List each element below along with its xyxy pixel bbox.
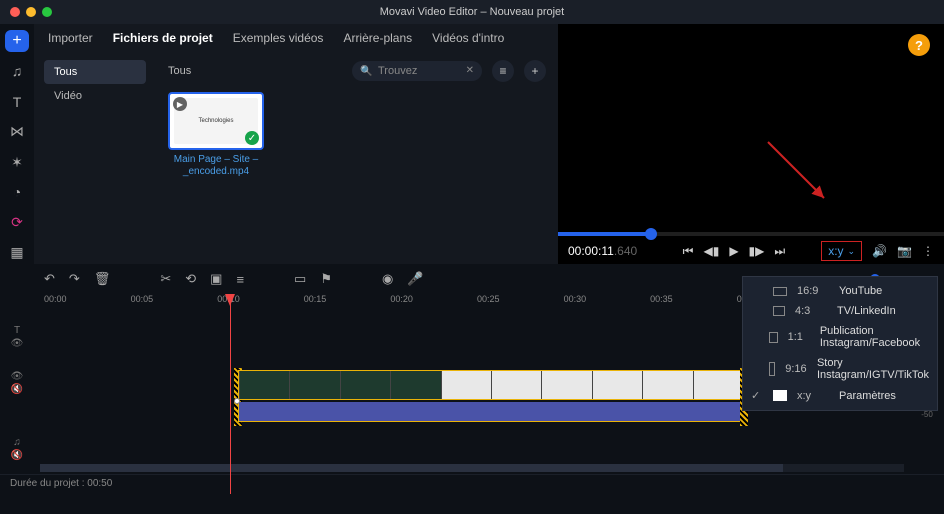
minimize-window-icon[interactable] xyxy=(26,7,36,17)
transitions-icon[interactable]: ⋈ xyxy=(5,121,29,143)
snapshot-icon[interactable]: 📷 xyxy=(897,244,912,258)
thumbnail-label-line2: _encoded.mp4 xyxy=(183,166,249,177)
marker-icon[interactable]: ⚑ xyxy=(320,271,332,287)
tab-videos-intro[interactable]: Vidéos d'intro xyxy=(432,31,504,45)
aspect-option-16-9[interactable]: 16:9 YouTube xyxy=(743,281,937,301)
zoom-window-icon[interactable] xyxy=(42,7,52,17)
aspect-option-custom[interactable]: ✓ x:y Paramètres xyxy=(743,385,937,406)
skip-start-icon[interactable]: ⏮ xyxy=(683,244,694,259)
rotate-icon[interactable]: ⟲ xyxy=(185,271,196,287)
clip-corner-handle[interactable] xyxy=(234,398,240,404)
files-heading: Tous xyxy=(168,65,191,77)
more-tools-icon[interactable]: ▦ xyxy=(5,242,29,264)
play-overlay-icon: ▶ xyxy=(173,97,187,111)
audio-track-header[interactable]: ♫🔇 xyxy=(11,436,23,462)
redo-icon[interactable]: ↷ xyxy=(69,271,80,287)
ratio-9-16-icon xyxy=(769,362,775,376)
add-media-button[interactable]: + xyxy=(5,30,29,52)
video-track-header[interactable]: 👁🔇 xyxy=(11,370,24,396)
left-sidebar: + ♫ T ⋈ ✶ ◔ ⟳ ▦ xyxy=(0,24,34,264)
aspect-ratio-button[interactable]: x:y ⌄ xyxy=(821,241,862,261)
search-input[interactable]: 🔍 Trouvez ✕ xyxy=(352,61,482,81)
crop-icon[interactable]: ▣ xyxy=(210,271,222,287)
record-video-icon[interactable]: ◉ xyxy=(382,271,393,287)
ai-tools-icon[interactable]: ⟳ xyxy=(5,212,29,234)
aspect-ratio-menu: 16:9 YouTube 4:3 TV/LinkedIn 1:1 Publica… xyxy=(742,276,938,411)
aspect-option-4-3[interactable]: 4:3 TV/LinkedIn xyxy=(743,301,937,321)
window-titlebar: Movavi Video Editor – Nouveau projet xyxy=(0,0,944,24)
check-icon: ✓ xyxy=(751,389,763,402)
ratio-custom-icon xyxy=(773,390,787,401)
playhead[interactable] xyxy=(230,294,231,494)
linked-track-header[interactable]: T👁 xyxy=(11,324,24,350)
audio-clip[interactable] xyxy=(238,402,744,422)
track-headers: T👁 👁🔇 ♫🔇 xyxy=(0,294,34,494)
tab-importer[interactable]: Importer xyxy=(48,31,93,45)
cut-icon[interactable]: ✂ xyxy=(160,271,171,287)
ratio-1-1-icon xyxy=(769,332,777,343)
delete-icon[interactable]: 🗑 xyxy=(94,271,111,287)
category-video[interactable]: Vidéo xyxy=(44,84,146,108)
more-icon[interactable]: ⋮ xyxy=(922,244,934,258)
project-duration: Durée du projet : 00:50 xyxy=(10,478,112,489)
filter-button[interactable]: ≡ xyxy=(492,60,514,82)
annotation-arrow xyxy=(758,132,838,212)
prev-frame-icon[interactable]: ◀▮ xyxy=(703,244,719,258)
clear-search-icon[interactable]: ✕ xyxy=(466,65,474,76)
add-file-button[interactable]: + xyxy=(524,60,546,82)
skip-end-icon[interactable]: ⏭ xyxy=(774,244,785,259)
horizontal-scrollbar[interactable] xyxy=(40,464,904,472)
play-icon[interactable]: ▶ xyxy=(729,244,738,258)
help-button[interactable]: ? xyxy=(908,34,930,56)
next-frame-icon[interactable]: ▮▶ xyxy=(749,244,765,258)
close-window-icon[interactable] xyxy=(10,7,20,17)
ratio-16-9-icon xyxy=(773,287,787,296)
effects-icon[interactable]: ✶ xyxy=(5,151,29,173)
video-clip[interactable] xyxy=(238,370,744,400)
aspect-option-9-16[interactable]: 9:16 Story Instagram/IGTV/TikTok xyxy=(743,353,937,385)
undo-icon[interactable]: ↶ xyxy=(44,271,55,287)
preview-panel: ? 00:00:11.640 ⏮ ◀▮ ▶ ▮▶ ⏭ x:y ⌄ 🔊 📷 ⋮ xyxy=(558,24,944,264)
aspect-option-1-1[interactable]: 1:1 Publication Instagram/Facebook xyxy=(743,321,937,353)
category-list: Tous Vidéo xyxy=(34,52,156,264)
volume-icon[interactable]: 🔊 xyxy=(872,244,887,258)
chevron-down-icon: ⌄ xyxy=(848,246,856,257)
thumbnail-label-line1: Main Page – Site – xyxy=(174,154,259,165)
used-check-icon: ✓ xyxy=(245,131,259,145)
status-bar: Durée du projet : 00:50 xyxy=(0,474,944,494)
timecode: 00:00:11.640 xyxy=(568,244,637,258)
window-title: Movavi Video Editor – Nouveau projet xyxy=(380,6,564,18)
ratio-4-3-icon xyxy=(773,306,785,316)
search-icon: 🔍 xyxy=(360,66,372,77)
search-placeholder: Trouvez xyxy=(378,65,417,77)
files-area: Tous 🔍 Trouvez ✕ ≡ + ▶ Technologies xyxy=(156,52,558,264)
tab-fichiers-de-projet[interactable]: Fichiers de projet xyxy=(113,31,213,45)
tab-exemples-videos[interactable]: Exemples vidéos xyxy=(233,31,324,45)
import-panel: Importer Fichiers de projet Exemples vid… xyxy=(34,24,558,264)
tab-arriere-plans[interactable]: Arrière-plans xyxy=(343,31,412,45)
titles-icon[interactable]: T xyxy=(5,91,29,113)
preview-seek-bar[interactable] xyxy=(558,232,944,236)
audio-track-icon[interactable]: ♫ xyxy=(5,60,29,82)
traffic-lights xyxy=(10,7,52,17)
media-thumbnail[interactable]: ▶ Technologies ✓ Main Page – Site – _enc… xyxy=(168,92,264,178)
category-tous[interactable]: Tous xyxy=(44,60,146,84)
record-audio-icon[interactable]: 🎤 xyxy=(407,271,423,287)
color-icon[interactable]: ≡ xyxy=(236,272,244,287)
import-tabs: Importer Fichiers de projet Exemples vid… xyxy=(34,24,558,52)
stickers-icon[interactable]: ◔ xyxy=(5,181,29,203)
overlay-icon[interactable]: ▭ xyxy=(294,271,306,287)
